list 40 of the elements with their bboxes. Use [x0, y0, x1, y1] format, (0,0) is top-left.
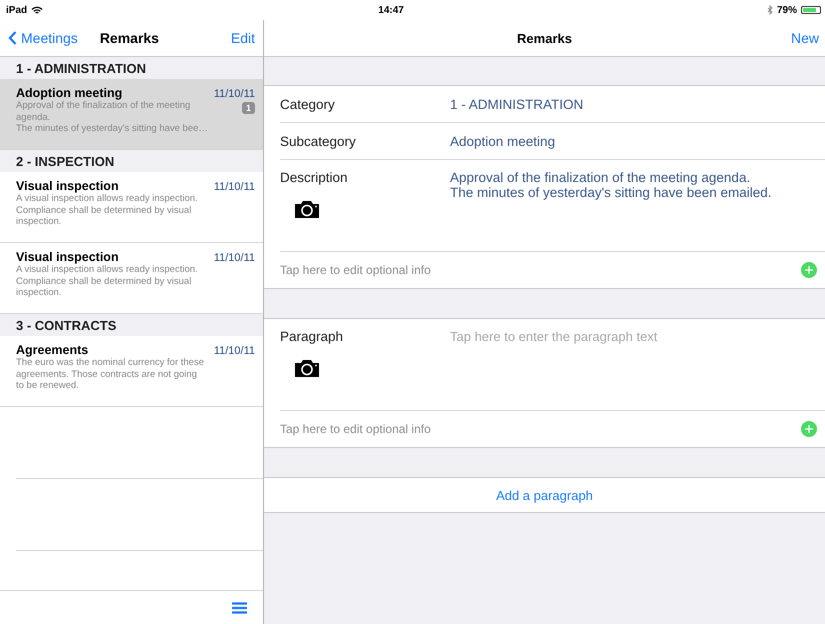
master-title: Remarks — [100, 30, 159, 46]
section-header: 1 - ADMINISTRATION — [0, 57, 263, 79]
description-text[interactable]: Approval of the finalization of the meeting agenda. The minutes of yesterday's sitting have been emailed. — [450, 170, 772, 200]
menu-icon[interactable] — [232, 602, 247, 614]
new-button[interactable]: New — [790, 30, 819, 46]
edit-button[interactable]: Edit — [230, 30, 255, 46]
remark-date: 11/10/11 — [214, 181, 255, 193]
field-label: Category — [280, 96, 336, 112]
field-label: Description — [280, 170, 349, 185]
field-value[interactable]: Adoption meeting — [450, 134, 556, 148]
field-label: Paragraph — [280, 329, 344, 344]
remark-title: Agreements — [16, 343, 88, 357]
section-header: 2 - INSPECTION — [0, 150, 263, 172]
count-badge: 1 — [242, 102, 255, 114]
remark-row[interactable]: Adoption meeting 11/10/11 Approval of the finalization of the meeting agenda. The minutes of yesterday's sitting have bee… 1 — [0, 79, 263, 150]
add-paragraph-button[interactable]: Add a paragraph — [264, 477, 825, 513]
remark-summary: The euro was the nominal currency for these agreements. Those contracts are not going to be renewed. — [16, 357, 204, 392]
camera-icon[interactable] — [294, 199, 320, 219]
remark-summary: A visual inspection allows ready inspection. Compliance shall be determined by visual inspection. — [16, 193, 198, 228]
detail-title: Remarks — [517, 30, 572, 46]
section-header: 3 - CONTRACTS — [0, 314, 263, 336]
wifi-icon — [31, 6, 44, 14]
remark-date: 11/10/11 — [214, 345, 255, 357]
remark-title: Visual inspection — [16, 250, 119, 264]
battery-icon — [801, 6, 821, 14]
remark-title: Visual inspection — [16, 179, 119, 193]
battery-percent: 79% — [776, 4, 797, 16]
remark-title: Adoption meeting — [16, 86, 122, 100]
remark-date: 11/10/11 — [214, 88, 255, 100]
device-name: iPad — [6, 4, 28, 16]
bluetooth-icon — [766, 5, 773, 15]
field-value[interactable]: 1 - ADMINISTRATION — [450, 96, 584, 112]
status-time: 14:47 — [378, 4, 404, 16]
remark-date: 11/10/11 — [214, 252, 255, 264]
camera-icon[interactable] — [294, 358, 320, 378]
remark-summary: A visual inspection allows ready inspection. Compliance shall be determined by visual inspection. — [16, 264, 198, 298]
chevron-icon — [8, 31, 17, 45]
field-label: Subcategory — [280, 134, 357, 148]
remark-summary: Approval of the finalization of the meeting agenda. The minutes of yesterday's sitting have bee… — [16, 100, 208, 134]
back-button[interactable]: Meetings — [8, 30, 78, 46]
